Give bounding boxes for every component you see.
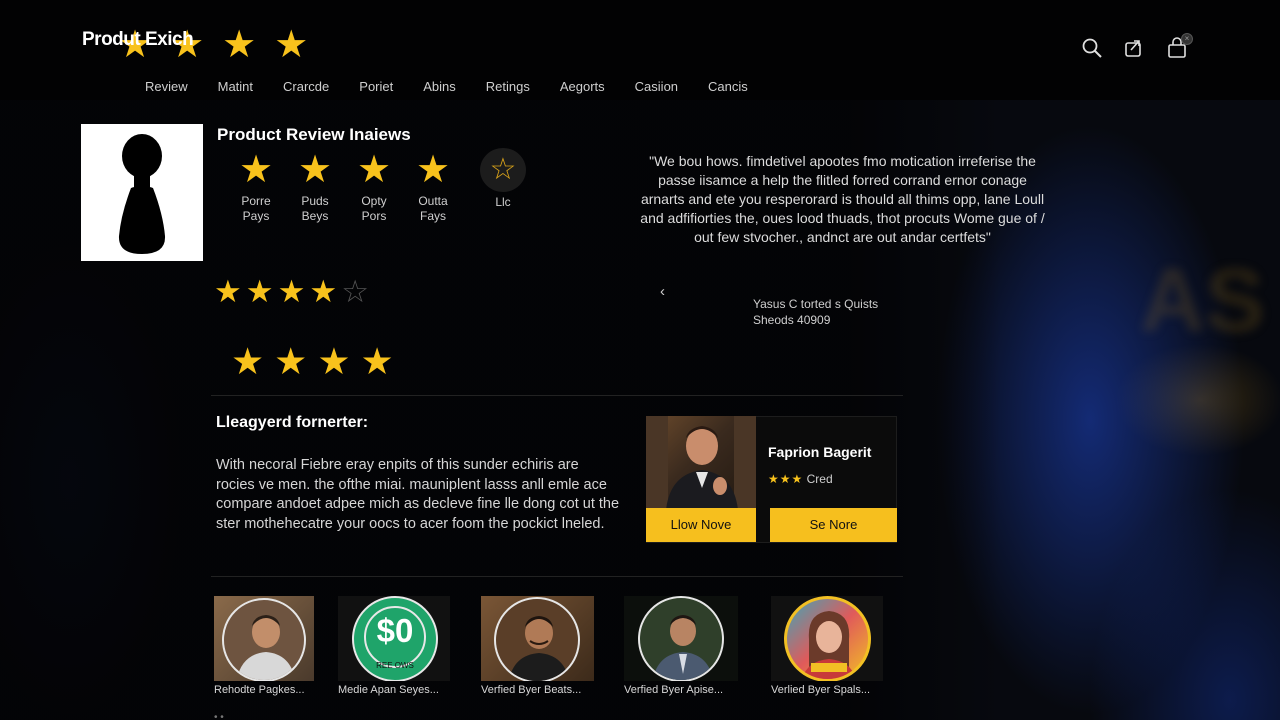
chevron-left-icon[interactable]: ‹ bbox=[660, 283, 665, 300]
star-icon: ★ bbox=[415, 149, 451, 191]
rating-category[interactable]: ★ Outta Fays bbox=[404, 150, 462, 224]
reviewer-avatar bbox=[624, 596, 738, 681]
rating-label: Puds bbox=[301, 194, 329, 208]
star-icon: ★ bbox=[297, 149, 333, 191]
rating-label: Porre bbox=[241, 194, 271, 208]
star-icon: ★ bbox=[214, 274, 246, 309]
empty-star-button[interactable]: ☆ bbox=[480, 148, 526, 192]
author-name: Yasus C torted s Quists bbox=[753, 297, 879, 311]
divider bbox=[211, 395, 903, 396]
reviewer-name: Medie Apan Seyes... bbox=[338, 684, 439, 696]
testimonial-author: Yasus C torted s Quists Sheods 40909 bbox=[753, 296, 878, 328]
product-title: Product Review Inaiews bbox=[217, 125, 411, 144]
secondary-rating-stars: ★★★★ bbox=[231, 341, 404, 383]
brand-logo[interactable]: Produt Exich bbox=[82, 29, 194, 51]
product-silhouette-icon bbox=[118, 134, 166, 254]
star-icon: ★ bbox=[277, 274, 310, 309]
rating-category[interactable]: ★ Porre Pays bbox=[227, 150, 285, 224]
nav-item[interactable]: Cancis bbox=[708, 79, 748, 94]
rating-category[interactable]: ★ Opty Pors bbox=[345, 150, 403, 224]
testimonial-quote: "We bou hows. fimdetivel apootes fmo mot… bbox=[640, 153, 1045, 245]
badge-caption: REE OWS bbox=[376, 661, 414, 670]
badge-value: $0 bbox=[376, 612, 414, 649]
section-title: Lleagyerd fornerter: bbox=[216, 414, 369, 431]
star-icon: ★★★ bbox=[768, 472, 804, 486]
reviewer-avatar bbox=[771, 596, 883, 681]
star-icon: ★ bbox=[245, 274, 278, 309]
person-avatar-icon bbox=[236, 615, 296, 680]
rating-label: Pays bbox=[242, 209, 270, 223]
reviewer-card[interactable]: Verlied Byer Spals... bbox=[771, 596, 883, 696]
person-avatar-icon bbox=[802, 611, 856, 679]
nav-item[interactable]: Crarcde bbox=[283, 79, 329, 94]
person-avatar-icon bbox=[652, 615, 714, 680]
star-icon: ★ bbox=[238, 149, 274, 191]
rating-label: Cred bbox=[806, 472, 833, 486]
reviewer-avatar bbox=[214, 596, 314, 681]
rating-label: Pors bbox=[361, 209, 387, 223]
nav-item[interactable]: Matint bbox=[218, 79, 253, 94]
person-avatar-icon bbox=[508, 616, 570, 681]
backdrop-decoration: AS bbox=[1140, 251, 1266, 351]
nav-item[interactable]: Poriet bbox=[359, 79, 393, 94]
notification-badge: × bbox=[1181, 33, 1193, 45]
reviewer-name: Verlied Byer Spals... bbox=[771, 684, 871, 696]
reviewer-name: Rehodte Pagkes... bbox=[214, 684, 305, 696]
overflow-indicator: • • bbox=[214, 712, 224, 720]
star-icon: ★ bbox=[360, 341, 404, 382]
star-icon: ★ bbox=[356, 149, 392, 191]
product-image[interactable] bbox=[81, 124, 203, 261]
reviewer-card[interactable]: Verfied Byer Apise... bbox=[624, 596, 738, 696]
section-body: With necoral Fiebre eray enpits of this … bbox=[216, 457, 620, 533]
nav-item[interactable]: Aegorts bbox=[560, 79, 605, 94]
person-avatar-icon bbox=[646, 416, 756, 510]
search-icon[interactable] bbox=[1081, 37, 1103, 59]
reviewer-card[interactable]: Rehodte Pagkes... bbox=[214, 596, 314, 696]
see-more-button[interactable]: Se Nore bbox=[770, 508, 897, 542]
star-icon: ★ bbox=[231, 341, 275, 382]
star-icon: ★ bbox=[309, 274, 342, 309]
nav-item[interactable]: Abins bbox=[423, 79, 456, 94]
reviewer-avatar: $0 REE OWS bbox=[338, 596, 450, 681]
overall-rating-stars: ★★★★☆ bbox=[214, 274, 373, 310]
share-icon[interactable] bbox=[1123, 37, 1145, 59]
star-outline-icon: ☆ bbox=[341, 274, 373, 309]
author-detail: Sheods 40909 bbox=[753, 313, 831, 327]
reviewer-avatar bbox=[481, 596, 594, 681]
star-icon: ★ bbox=[274, 24, 309, 66]
rating-label: Beys bbox=[301, 209, 329, 223]
divider bbox=[211, 576, 903, 577]
featured-reviewer-rating: ★★★ Cred bbox=[768, 472, 833, 486]
featured-reviewer-name: Faprion Bagerit bbox=[768, 444, 872, 460]
star-icon: ★ bbox=[222, 24, 257, 66]
reviewer-card[interactable]: Verfied Byer Beats... bbox=[481, 596, 594, 696]
empty-star-label: Llc bbox=[495, 195, 511, 209]
reviewer-name: Verfied Byer Apise... bbox=[624, 684, 724, 696]
rating-categories: ★ Porre Pays ★ Puds Beys ★ Opty Pors ★ O… bbox=[227, 150, 463, 224]
featured-reviewer-photo[interactable] bbox=[646, 416, 756, 510]
reviewer-card[interactable]: $0 REE OWS Medie Apan Seyes... bbox=[338, 596, 450, 696]
star-icon: ★ bbox=[317, 341, 361, 382]
nav-item[interactable]: Review bbox=[145, 79, 188, 94]
star-icon: ★ bbox=[274, 341, 318, 382]
rating-label: Fays bbox=[419, 209, 446, 223]
primary-action-button[interactable]: Llow Nove bbox=[646, 508, 756, 542]
nav-item[interactable]: Casiion bbox=[635, 79, 678, 94]
rating-category[interactable]: ★ Puds Beys bbox=[286, 150, 344, 224]
rating-label: Opty bbox=[361, 194, 387, 208]
reviewer-name: Verfied Byer Beats... bbox=[481, 684, 582, 696]
main-nav: Review Matint Crarcde Poriet Abins Retin… bbox=[145, 79, 778, 94]
rating-label: Outta bbox=[418, 194, 448, 208]
nav-item[interactable]: Retings bbox=[486, 79, 530, 94]
